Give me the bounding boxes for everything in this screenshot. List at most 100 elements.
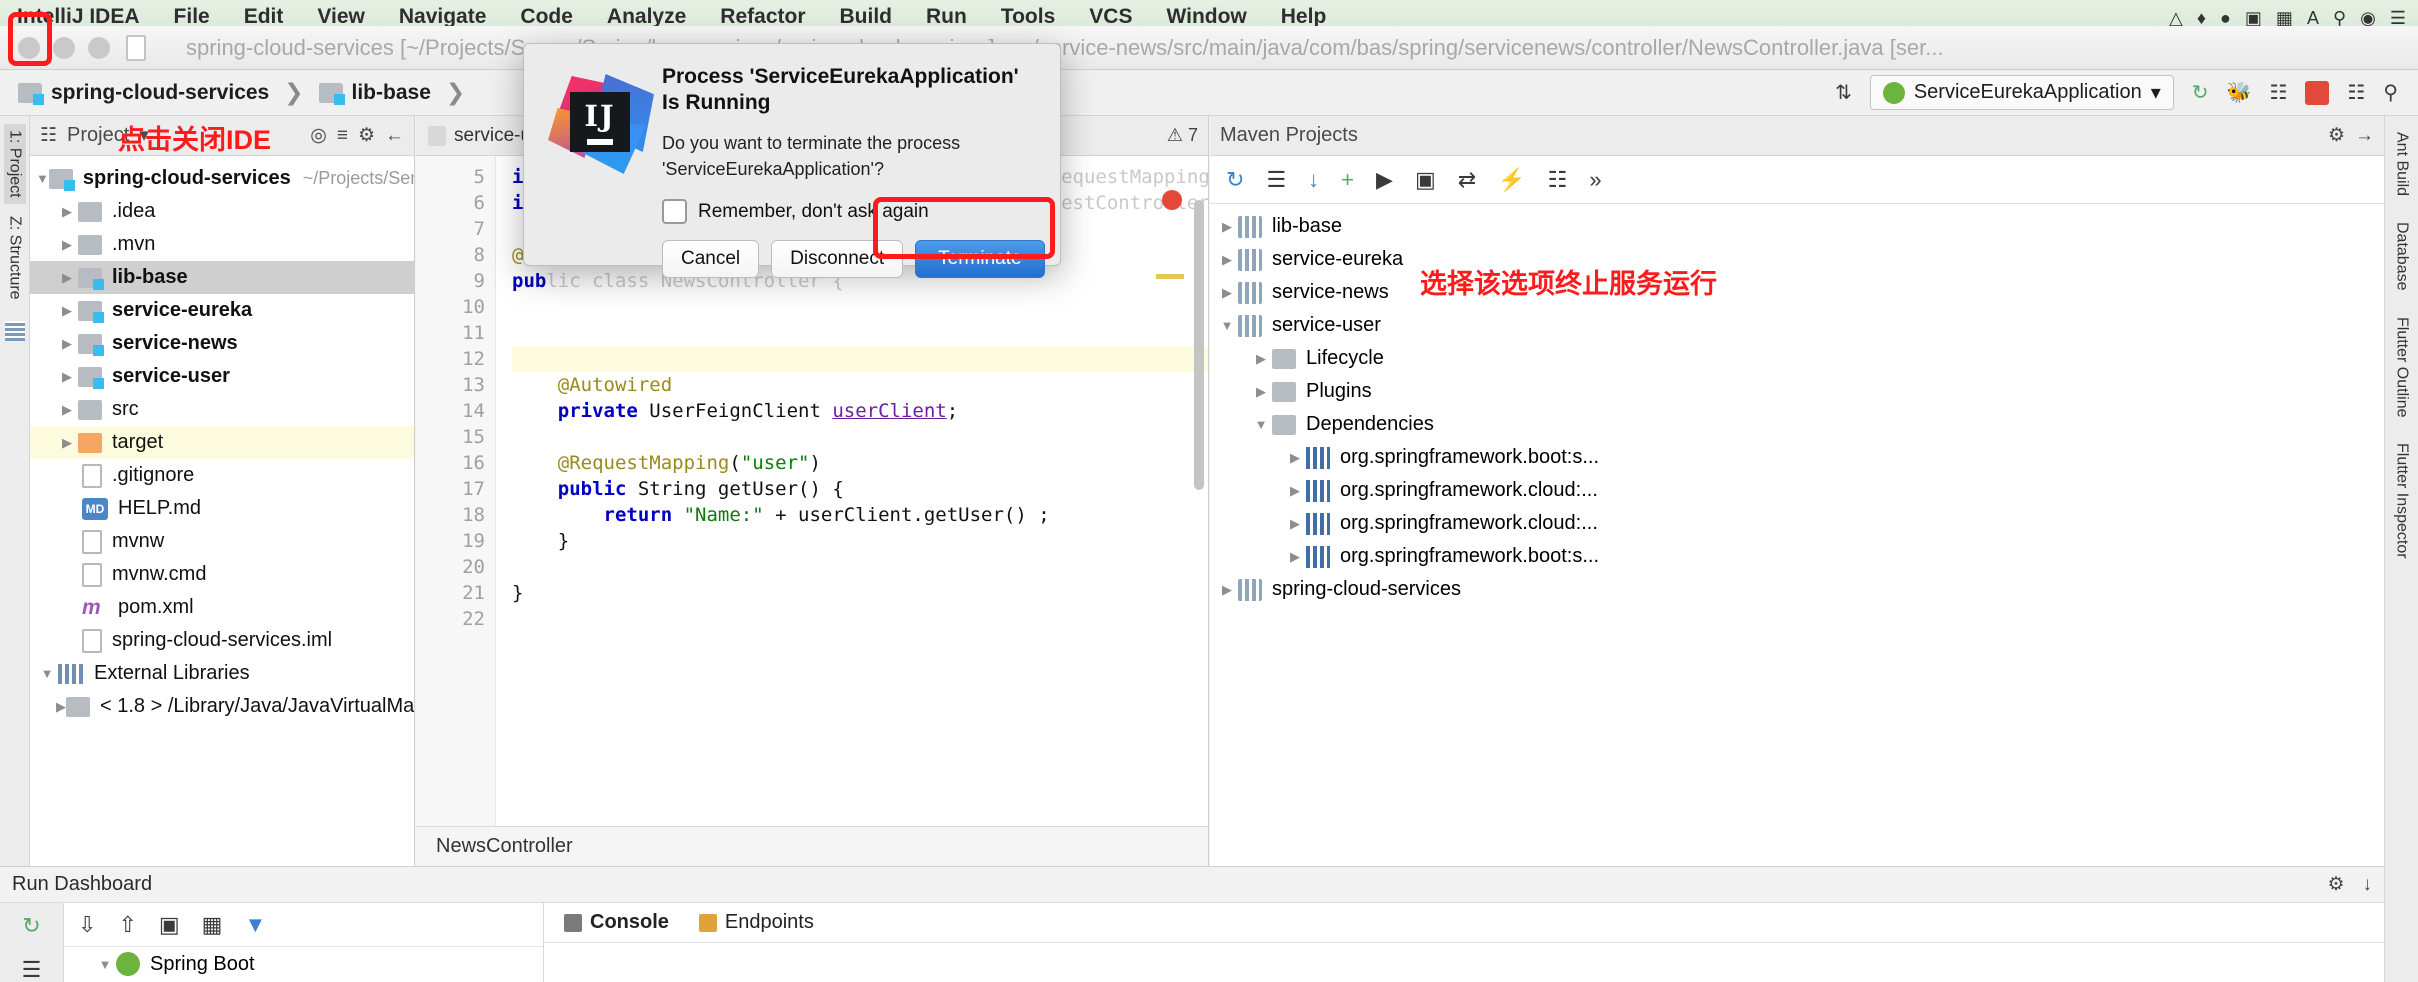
chevron-down-icon[interactable]: ▾ (2151, 80, 2161, 105)
maven-row-dependency-2[interactable]: org.springframework.cloud:... (1210, 474, 2384, 507)
menu-item-tools[interactable]: Tools (984, 2, 1072, 26)
gear-icon[interactable]: ⚙ (358, 124, 375, 147)
input-source-icon[interactable]: A (2307, 6, 2319, 26)
layout-list-icon[interactable]: ☰ (22, 957, 42, 982)
search-icon[interactable]: ⚲ (2333, 6, 2346, 26)
menu-item-analyze[interactable]: Analyze (590, 2, 703, 26)
execute-goal-icon[interactable]: ▣ (1415, 167, 1436, 193)
reimport-icon[interactable]: ↻ (1226, 167, 1244, 193)
sidebar-item-project[interactable]: 1: Project (3, 124, 26, 204)
chevron-right-icon[interactable] (1250, 351, 1272, 367)
menu-item-build[interactable]: Build (823, 2, 910, 26)
tree-row-mvnw-cmd[interactable]: mvnw.cmd (30, 558, 414, 591)
editor-vertical-scrollbar[interactable] (1194, 200, 1204, 490)
more-icon[interactable]: » (1589, 167, 1601, 193)
group-icon[interactable]: ▦ (202, 912, 223, 938)
search-icon[interactable]: ⚲ (2383, 80, 2398, 105)
maven-row-dependency-1[interactable]: org.springframework.boot:s... (1210, 441, 2384, 474)
breadcrumb-item-project[interactable]: spring-cloud-services (18, 81, 269, 105)
chevron-right-icon[interactable] (1216, 252, 1238, 268)
wifi-icon[interactable]: △ (2169, 6, 2183, 26)
tree-row-help-md[interactable]: MD HELP.md (30, 492, 414, 525)
remember-checkbox[interactable] (662, 199, 687, 225)
coverage-icon[interactable]: ☷ (2269, 80, 2287, 105)
tree-row-service-user[interactable]: service-user (30, 360, 414, 393)
menu-item-run[interactable]: Run (909, 2, 984, 26)
inspection-warning-badge[interactable]: ⚠ 7 (1167, 125, 1208, 146)
chevron-right-icon[interactable] (1250, 384, 1272, 400)
sidebar-item-database[interactable]: Database (2391, 216, 2413, 297)
tree-row-service-news[interactable]: service-news (30, 327, 414, 360)
sidebar-item-flutter-outline[interactable]: Flutter Outline (2391, 311, 2413, 423)
menu-item-view[interactable]: View (300, 2, 381, 26)
tab-console[interactable]: Console (554, 903, 679, 943)
hide-panel-icon[interactable]: → (2355, 125, 2374, 147)
chevron-right-icon[interactable] (1284, 549, 1306, 565)
tree-row-src[interactable]: src (30, 393, 414, 426)
maven-row-lifecycle[interactable]: Lifecycle (1210, 342, 2384, 375)
add-icon[interactable]: + (1341, 167, 1354, 193)
chevron-right-icon[interactable] (1216, 219, 1238, 235)
maven-row-dependencies[interactable]: Dependencies (1210, 408, 2384, 441)
maven-tree[interactable]: lib-base service-eureka service-news ser… (1210, 204, 2384, 866)
breadcrumb[interactable]: spring-cloud-services ❯ lib-base ❯ (0, 79, 471, 106)
locate-icon[interactable]: ◎ (310, 124, 327, 147)
chevron-right-icon[interactable] (1284, 516, 1306, 532)
debug-bug-icon[interactable]: 🐝 (2227, 80, 2252, 105)
macos-menu-bar[interactable]: IntelliJ IDEA File Edit View Navigate Co… (0, 0, 2418, 26)
menu-item-edit[interactable]: Edit (227, 2, 301, 26)
chevron-down-icon[interactable] (36, 666, 58, 681)
layout-icon[interactable]: ☷ (2347, 80, 2365, 105)
maven-toolbar[interactable]: ↻ ☰ ↓ + ▶ ▣ ⇄ ⚡ ☷ » (1210, 156, 2384, 204)
chevron-right-icon[interactable] (56, 303, 78, 319)
menubar-tray[interactable]: △ ♦ ● ▣ ▦ A ⚲ ◉ ☰ (2169, 6, 2418, 26)
chevron-right-icon[interactable] (56, 204, 78, 220)
menu-item-file[interactable]: File (157, 2, 227, 26)
battery-icon[interactable]: ♦ (2197, 6, 2206, 26)
hide-panel-icon[interactable]: ← (385, 125, 404, 147)
favorites-icon[interactable] (4, 321, 25, 342)
maven-row-lib-base[interactable]: lib-base (1210, 210, 2384, 243)
run-dashboard-tree-toolbar[interactable]: ⇩ ⇧ ▣ ▦ ▼ (64, 903, 543, 947)
siri-icon[interactable]: ◉ (2360, 6, 2376, 26)
sidebar-item-structure[interactable]: Z: Structure (4, 210, 26, 306)
maven-row-spring-cloud-services[interactable]: spring-cloud-services (1210, 573, 2384, 606)
chevron-right-icon[interactable] (56, 369, 78, 385)
run-configuration-selector[interactable]: ServiceEurekaApplication ▾ (1869, 75, 2174, 110)
chevron-right-icon[interactable] (56, 237, 78, 253)
download-sources-icon[interactable]: ↓ (1308, 167, 1319, 193)
menu-item-code[interactable]: Code (503, 2, 590, 26)
console-log-output[interactable]: 2021-10-10 21:42:49.540 INFO 46926 --- [… (544, 943, 2384, 982)
tree-row-service-eureka[interactable]: service-eureka (30, 294, 414, 327)
tree-row-idea[interactable]: .idea (30, 195, 414, 228)
left-tool-strip[interactable]: 1: Project Z: Structure (0, 116, 30, 866)
tree-row-target[interactable]: target (30, 426, 414, 459)
navbar-toolbar[interactable]: ⇅ ServiceEurekaApplication ▾ ↻ 🐝 ☷ ☷ ⚲ (1835, 75, 2418, 110)
tree-row-gitignore[interactable]: .gitignore (30, 459, 414, 492)
calendar-icon[interactable]: ▦ (2276, 6, 2293, 26)
chevron-down-icon[interactable] (94, 957, 116, 972)
menu-item-vcs[interactable]: VCS (1072, 2, 1149, 26)
chevron-right-icon[interactable] (1216, 582, 1238, 598)
maven-row-dependency-3[interactable]: org.springframework.cloud:... (1210, 507, 2384, 540)
display-icon[interactable]: ▣ (2245, 6, 2262, 26)
collapse-icon[interactable]: ☷ (1548, 167, 1568, 193)
chevron-down-icon[interactable] (1250, 417, 1272, 432)
toggle-skip-tests-icon[interactable]: ⇄ (1458, 167, 1476, 193)
chevron-right-icon[interactable] (56, 699, 66, 715)
expand-all-icon[interactable]: ⇩ (78, 912, 96, 938)
tree-row-lib-base[interactable]: lib-base (30, 261, 414, 294)
console-tab-bar[interactable]: Console Endpoints (544, 903, 2384, 943)
show-config-icon[interactable]: ▣ (159, 912, 180, 938)
hide-panel-icon[interactable]: ↓ (2363, 874, 2373, 896)
tree-row-root[interactable]: spring-cloud-services ~/Projects/Server (30, 162, 414, 195)
menu-item-window[interactable]: Window (1149, 2, 1263, 26)
menu-item-navigate[interactable]: Navigate (382, 2, 504, 26)
tree-row-mvnw[interactable]: mvnw (30, 525, 414, 558)
chevron-down-icon[interactable] (36, 171, 49, 186)
volume-icon[interactable]: ● (2220, 6, 2231, 26)
collapse-all-icon[interactable]: ⇧ (118, 912, 136, 938)
tree-row-pom-xml[interactable]: m pom.xml (30, 591, 414, 624)
gear-icon[interactable]: ⚙ (2327, 873, 2344, 896)
maven-row-service-user[interactable]: service-user (1210, 309, 2384, 342)
